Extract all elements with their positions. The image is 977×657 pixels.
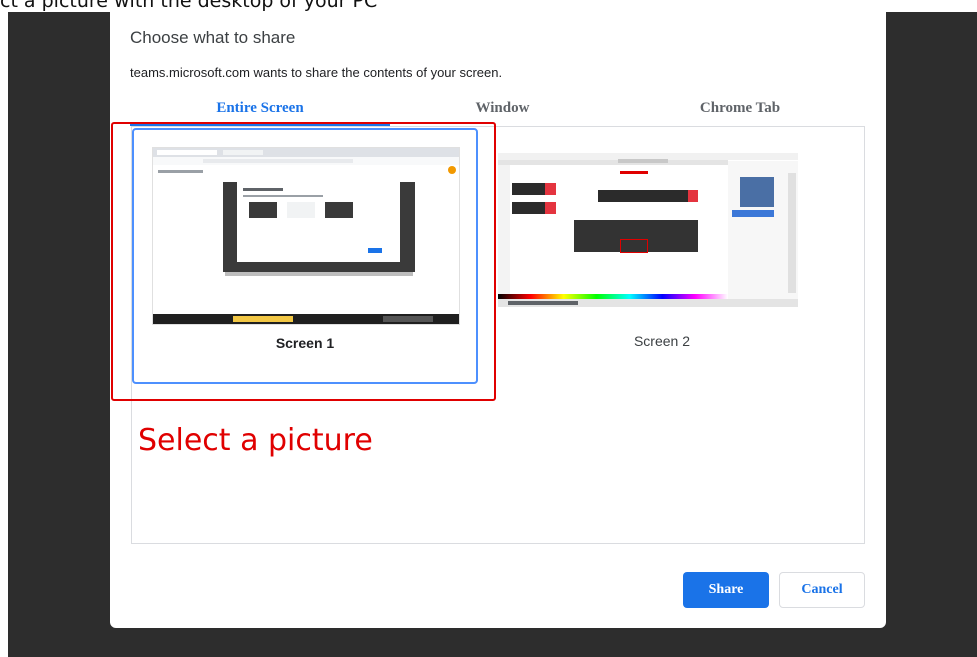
top-caption: ct a picture with the desktop of your PC (0, 0, 378, 12)
dialog-title: Choose what to share (130, 28, 296, 47)
screen-1-thumbnail (152, 147, 460, 325)
cancel-button[interactable]: Cancel (779, 572, 865, 608)
screen-2-option[interactable]: Screen 2 (492, 128, 838, 384)
share-dialog: Choose what to share teams.microsoft.com… (110, 12, 886, 628)
screen-2-thumbnail (498, 153, 798, 307)
tab-entire-screen[interactable]: Entire Screen (130, 100, 390, 117)
screen-1-option[interactable]: Screen 1 (132, 128, 478, 384)
share-button[interactable]: Share (683, 572, 769, 608)
tab-chrome-tab[interactable]: Chrome Tab (615, 100, 865, 117)
dialog-subtitle: teams.microsoft.com wants to share the c… (130, 65, 503, 80)
tab-window[interactable]: Window (390, 100, 615, 117)
annotation-text: Select a picture (138, 423, 373, 458)
screen-1-label: Screen 1 (275, 335, 335, 351)
screen-2-label: Screen 2 (633, 333, 691, 349)
